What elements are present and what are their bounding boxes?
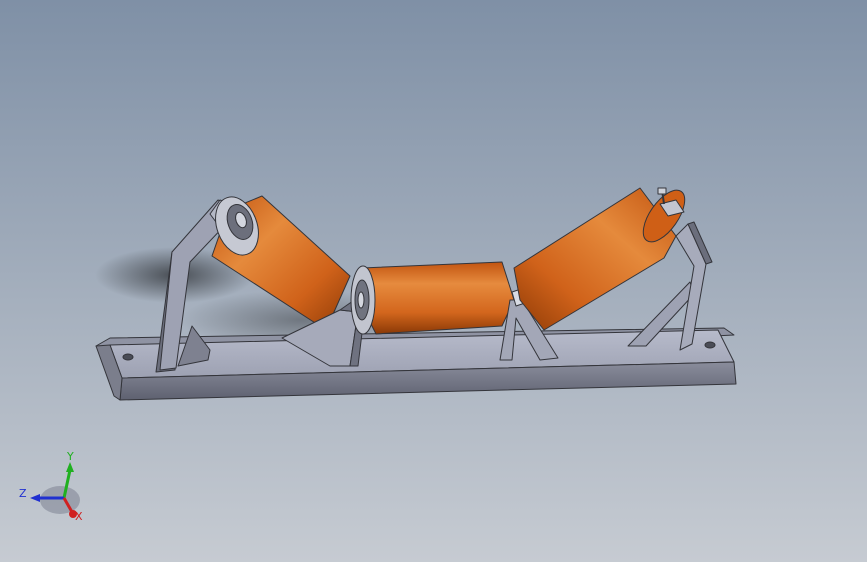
- mount-hole-right: [704, 341, 716, 349]
- triad-z-label: Z: [19, 487, 27, 500]
- model-scene[interactable]: Y Z X: [0, 0, 867, 562]
- triad-x-label: X: [75, 510, 83, 523]
- center-roller-body: [359, 261, 515, 335]
- center-roller-hub: [357, 291, 365, 309]
- right-shaft-nut: [657, 187, 667, 195]
- triad-y-label: Y: [66, 450, 74, 463]
- center-roller[interactable]: [350, 261, 515, 335]
- triad-disc: [40, 486, 80, 514]
- graphics-viewport[interactable]: Y Z X: [0, 0, 867, 562]
- mount-hole-left: [122, 353, 134, 361]
